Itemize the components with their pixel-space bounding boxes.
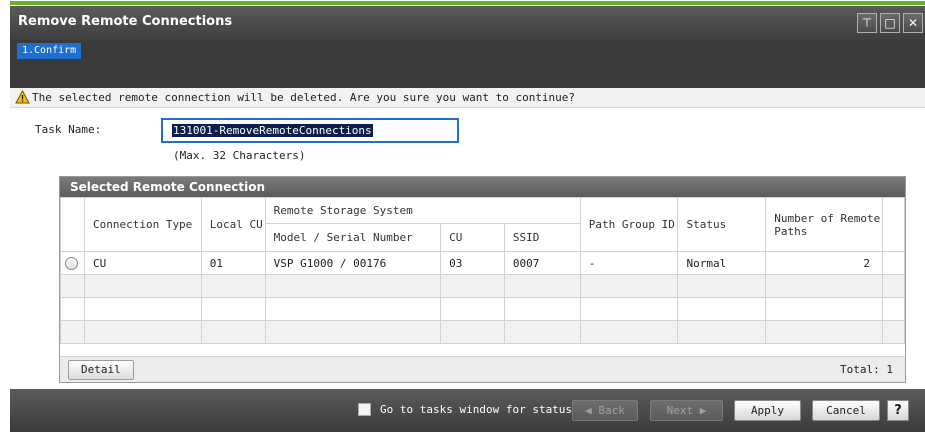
cell-remote-paths: 2 (765, 251, 883, 275)
col-status[interactable]: Status (677, 197, 767, 252)
radio-button[interactable] (65, 256, 78, 270)
step-confirm: 1.Confirm (17, 43, 82, 59)
apply-button[interactable]: Apply (734, 400, 801, 421)
cell-filler (881, 251, 906, 275)
col-filler (881, 197, 906, 252)
top-accent (0, 0, 925, 5)
col-connection-type[interactable]: Connection Type (83, 197, 202, 252)
back-button[interactable]: ◀ Back (572, 400, 638, 421)
window-controls: ⊤ □ ✕ (857, 13, 923, 33)
cell-ssid: 0007 (503, 251, 581, 275)
table-row[interactable]: CU 01 VSP G1000 / 00176 03 0007 - Normal… (60, 251, 906, 275)
cell-model-serial: VSP G1000 / 00176 (264, 251, 442, 275)
warning-text: The selected remote connection will be d… (32, 91, 576, 104)
col-local-cu[interactable]: Local CU (200, 197, 266, 252)
selected-remote-connection-panel: Selected Remote Connection Connection Ty… (59, 176, 906, 383)
empty-row (60, 320, 906, 344)
row-select[interactable] (60, 251, 85, 275)
cell-local-cu: 01 (200, 251, 266, 275)
task-name-input[interactable]: 131001-RemoveRemoteConnections (161, 118, 459, 143)
remote-connection-table: Connection Type Local CU Remote Storage … (60, 197, 906, 344)
panel-title: Selected Remote Connection (60, 177, 905, 197)
wizard-steps: 1.Confirm (10, 40, 925, 88)
col-remote-paths[interactable]: Number of Remote Paths (765, 197, 883, 252)
task-name-hint: (Max. 32 Characters) (173, 149, 306, 162)
maximize-icon[interactable]: □ (880, 13, 900, 33)
empty-row (60, 297, 906, 321)
warning-icon (15, 90, 30, 104)
col-ssid[interactable]: SSID (503, 223, 581, 252)
cancel-button[interactable]: Cancel (812, 400, 880, 421)
col-path-group-id[interactable]: Path Group ID (579, 197, 679, 252)
col-remote-storage-system: Remote Storage System (264, 197, 581, 224)
main-content: The selected remote connection will be d… (10, 88, 925, 388)
task-name-label: Task Name: (35, 123, 102, 136)
cell-path-group-id: - (579, 251, 679, 275)
window-title: Remove Remote Connections (18, 14, 233, 29)
wizard-footer: Go to tasks window for status ◀ Back Nex… (10, 389, 925, 432)
col-model-serial[interactable]: Model / Serial Number (264, 223, 442, 252)
select-column-header (60, 197, 85, 252)
goto-tasks-checkbox[interactable] (358, 403, 371, 416)
close-icon[interactable]: ✕ (903, 13, 923, 33)
cell-status: Normal (677, 251, 767, 275)
warning-banner: The selected remote connection will be d… (10, 88, 925, 108)
goto-tasks-label[interactable]: Go to tasks window for status (380, 403, 572, 416)
total-count: Total: 1 (840, 363, 893, 376)
pin-icon[interactable]: ⊤ (857, 13, 877, 33)
title-bar: Remove Remote Connections ⊤ □ ✕ (10, 6, 925, 40)
detail-button[interactable]: Detail (68, 360, 134, 380)
top-accent-line (10, 1, 925, 5)
cell-remote-cu: 03 (440, 251, 505, 275)
panel-footer: Detail Total: 1 (60, 356, 905, 382)
help-button[interactable]: ? (887, 400, 909, 421)
cell-connection-type: CU (83, 251, 202, 275)
col-remote-cu[interactable]: CU (440, 223, 505, 252)
empty-row (60, 274, 906, 298)
next-button[interactable]: Next ▶ (650, 400, 723, 421)
task-name-value: 131001-RemoveRemoteConnections (172, 124, 373, 137)
